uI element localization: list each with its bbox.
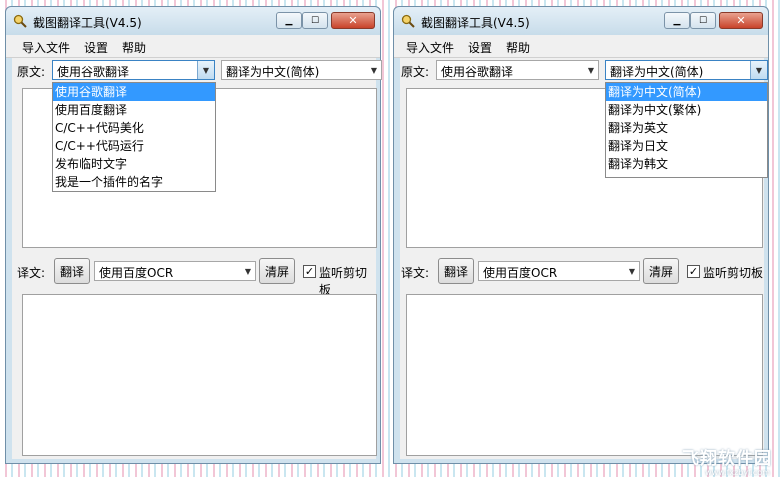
menu-bar: 导入文件 设置 帮助 xyxy=(6,35,380,58)
target-language-select[interactable]: 翻译为中文(简体) ▼ xyxy=(221,60,382,80)
menu-bar: 导入文件 设置 帮助 xyxy=(394,35,768,58)
clipboard-checkbox[interactable]: ✓ xyxy=(303,265,316,278)
dropdown-option[interactable]: C/C++代码美化 xyxy=(53,119,215,137)
menu-help[interactable]: 帮助 xyxy=(122,39,146,56)
menu-import-file[interactable]: 导入文件 xyxy=(22,39,70,56)
translation-text-area[interactable] xyxy=(406,294,763,456)
dropdown-option[interactable]: 使用百度翻译 xyxy=(53,101,215,119)
ocr-select[interactable]: 使用百度OCR ▼ xyxy=(478,261,640,281)
translate-button[interactable]: 翻译 xyxy=(438,258,474,284)
maximize-button[interactable]: ☐ xyxy=(690,12,716,29)
source-label: 原文: xyxy=(401,65,430,79)
dropdown-option[interactable]: 翻译为英文 xyxy=(606,119,767,137)
dropdown-option[interactable]: 使用谷歌翻译 xyxy=(53,83,215,101)
chevron-down-icon[interactable]: ▼ xyxy=(586,64,596,76)
chevron-down-icon[interactable]: ▼ xyxy=(369,64,379,76)
window-right: 截图翻译工具(V4.5) ▁ ☐ ✕ 导入文件 设置 帮助 原文: 使用谷歌翻译… xyxy=(393,6,769,464)
title-bar[interactable]: 截图翻译工具(V4.5) ▁ ☐ ✕ xyxy=(394,7,768,35)
maximize-button[interactable]: ☐ xyxy=(302,12,328,29)
close-icon: ✕ xyxy=(348,14,358,27)
maximize-icon: ☐ xyxy=(310,15,320,26)
close-button[interactable]: ✕ xyxy=(719,12,763,29)
title-bar[interactable]: 截图翻译工具(V4.5) ▁ ☐ ✕ xyxy=(6,7,380,35)
clipboard-checkbox[interactable]: ✓ xyxy=(687,265,700,278)
source-label: 原文: xyxy=(17,65,46,79)
dropdown-option[interactable]: 发布临时文字 xyxy=(53,155,215,173)
chevron-down-icon[interactable]: ▼ xyxy=(627,265,637,277)
maximize-icon: ☐ xyxy=(698,15,708,26)
menu-settings[interactable]: 设置 xyxy=(84,39,108,56)
chevron-down-icon[interactable]: ▼ xyxy=(243,265,253,277)
window-title: 截图翻译工具(V4.5) xyxy=(33,16,142,30)
minimize-icon: ▁ xyxy=(673,15,681,26)
translation-text-area[interactable] xyxy=(22,294,377,456)
minimize-button[interactable]: ▁ xyxy=(276,12,302,29)
engine-select-value: 使用谷歌翻译 xyxy=(441,65,514,79)
chevron-down-icon[interactable]: ▼ xyxy=(197,61,214,79)
clear-button[interactable]: 清屏 xyxy=(643,258,679,284)
magnifier-icon xyxy=(401,14,415,28)
chevron-down-icon[interactable]: ▼ xyxy=(750,61,767,79)
target-language-select[interactable]: 翻译为中文(简体) ▼ xyxy=(605,60,768,80)
clipboard-label: 监听剪切板 xyxy=(703,266,764,280)
dropdown-option[interactable]: 我是一个插件的名字 xyxy=(53,173,215,191)
engine-select[interactable]: 使用谷歌翻译 ▼ xyxy=(436,60,599,80)
window-left: 截图翻译工具(V4.5) ▁ ☐ ✕ 导入文件 设置 帮助 原文: 使用谷歌翻译… xyxy=(5,6,382,464)
target-language-dropdown-list: 翻译为中文(简体) 翻译为中文(繁体) 翻译为英文 翻译为日文 翻译为韩文 xyxy=(605,82,768,178)
menu-help[interactable]: 帮助 xyxy=(506,39,530,56)
target-language-value: 翻译为中文(简体) xyxy=(610,65,704,79)
ocr-select[interactable]: 使用百度OCR ▼ xyxy=(94,261,256,281)
close-button[interactable]: ✕ xyxy=(331,12,375,29)
translate-button[interactable]: 翻译 xyxy=(54,258,90,284)
ocr-select-value: 使用百度OCR xyxy=(99,266,174,280)
watermark-text: 飞翔软件园 xyxy=(682,449,772,469)
magnifier-icon xyxy=(13,14,27,28)
clipboard-label: 监听剪切板 xyxy=(319,266,368,297)
watermark-url: www.fxzbyf.com xyxy=(705,468,770,477)
dropdown-option[interactable]: 翻译为中文(繁体) xyxy=(606,101,767,119)
clear-button[interactable]: 清屏 xyxy=(259,258,295,284)
translation-label: 译文: xyxy=(17,266,46,280)
engine-dropdown-list: 使用谷歌翻译 使用百度翻译 C/C++代码美化 C/C++代码运行 发布临时文字… xyxy=(52,82,216,192)
engine-select[interactable]: 使用谷歌翻译 ▼ xyxy=(52,60,215,80)
close-icon: ✕ xyxy=(736,14,746,27)
dropdown-option[interactable]: 翻译为中文(简体) xyxy=(606,83,767,101)
window-title: 截图翻译工具(V4.5) xyxy=(421,16,530,30)
minimize-button[interactable]: ▁ xyxy=(664,12,690,29)
target-language-value: 翻译为中文(简体) xyxy=(226,65,320,79)
menu-settings[interactable]: 设置 xyxy=(468,39,492,56)
minimize-icon: ▁ xyxy=(285,15,293,26)
ocr-select-value: 使用百度OCR xyxy=(483,266,558,280)
dropdown-option[interactable]: C/C++代码运行 xyxy=(53,137,215,155)
translation-label: 译文: xyxy=(401,266,430,280)
engine-select-value: 使用谷歌翻译 xyxy=(57,65,130,79)
dropdown-option[interactable]: 翻译为韩文 xyxy=(606,155,767,173)
menu-import-file[interactable]: 导入文件 xyxy=(406,39,454,56)
dropdown-option[interactable]: 翻译为日文 xyxy=(606,137,767,155)
